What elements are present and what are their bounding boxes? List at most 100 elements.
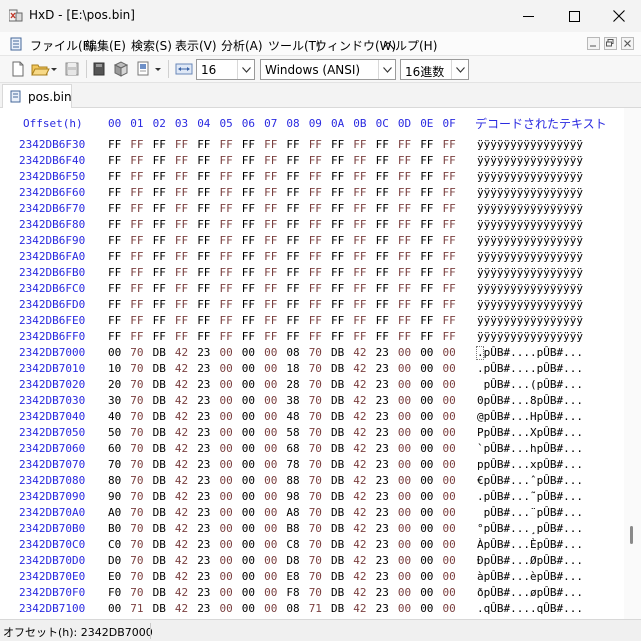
hex-byte[interactable]: 00: [220, 458, 240, 471]
hex-byte[interactable]: 23: [376, 522, 396, 535]
hex-byte[interactable]: 00: [398, 442, 418, 455]
mdi-minimize-button[interactable]: [587, 37, 600, 50]
hex-row[interactable]: 2342DB7030 30 70 DB 42 23 00 00 00 38 70 DB 42 23 00 00…: [0, 393, 624, 409]
hex-byte[interactable]: FF: [309, 186, 329, 199]
hex-byte[interactable]: FF: [108, 218, 128, 231]
hex-byte[interactable]: FF: [264, 298, 284, 311]
hex-byte[interactable]: 00: [242, 394, 262, 407]
hex-byte[interactable]: 23: [376, 506, 396, 519]
hex-row[interactable]: 2342DB7060 60 70 DB 42 23 00 00 00 68 70 DB 42 23 00 00…: [0, 441, 624, 457]
hex-byte[interactable]: F0: [108, 586, 128, 599]
hex-byte[interactable]: 00: [398, 602, 418, 615]
hex-byte[interactable]: DB: [153, 538, 173, 551]
hex-byte[interactable]: A0: [108, 506, 128, 519]
hex-byte[interactable]: FF: [242, 298, 262, 311]
hex-byte[interactable]: 70: [309, 362, 329, 375]
hex-byte[interactable]: 70: [309, 522, 329, 535]
hex-byte[interactable]: 00: [264, 442, 284, 455]
hex-row[interactable]: 2342DB70B0 B0 70 DB 42 23 00 00 00 B8 70 DB 42 23 00 00…: [0, 521, 624, 537]
hex-byte[interactable]: 70: [108, 458, 128, 471]
hex-byte[interactable]: FF: [376, 314, 396, 327]
minimize-button[interactable]: [505, 0, 551, 32]
decoded-text[interactable]: °pÛB#...¸pÛB#...: [477, 522, 583, 535]
menu-tools[interactable]: ツール(T): [268, 37, 321, 54]
hex-byte[interactable]: FF: [376, 250, 396, 263]
hex-byte[interactable]: FF: [153, 282, 173, 295]
hex-byte[interactable]: 70: [130, 394, 150, 407]
hex-byte[interactable]: 23: [197, 442, 217, 455]
hex-byte[interactable]: FF: [286, 138, 306, 151]
hex-byte[interactable]: 23: [376, 474, 396, 487]
hex-byte[interactable]: 23: [197, 410, 217, 423]
hex-byte[interactable]: FF: [130, 218, 150, 231]
hex-byte[interactable]: 00: [242, 490, 262, 503]
hex-byte[interactable]: 70: [130, 346, 150, 359]
hex-byte[interactable]: FF: [376, 154, 396, 167]
hex-byte[interactable]: FF: [353, 266, 373, 279]
hex-byte[interactable]: 00: [398, 394, 418, 407]
close-button[interactable]: [596, 0, 641, 32]
hex-byte[interactable]: 42: [353, 602, 373, 615]
hex-byte[interactable]: FF: [264, 202, 284, 215]
hex-byte[interactable]: FF: [420, 234, 440, 247]
hex-byte[interactable]: FF: [108, 234, 128, 247]
hex-byte[interactable]: FF: [197, 250, 217, 263]
hex-byte[interactable]: 00: [264, 602, 284, 615]
hex-byte[interactable]: 00: [443, 426, 463, 439]
hex-byte[interactable]: FF: [443, 218, 463, 231]
hex-byte[interactable]: FF: [175, 138, 195, 151]
hex-byte[interactable]: FF: [175, 202, 195, 215]
decoded-text[interactable]: .qÛB#....qÛB#...: [477, 602, 583, 615]
hex-byte[interactable]: 42: [353, 426, 373, 439]
hex-byte[interactable]: FF: [376, 138, 396, 151]
hex-row[interactable]: 2342DB6FE0 FF FF FF FF FF FF FF FF FF FF FF FF FF FF FF…: [0, 313, 624, 329]
hex-byte[interactable]: FF: [220, 330, 240, 343]
hex-byte[interactable]: 00: [220, 602, 240, 615]
hex-byte[interactable]: 00: [220, 554, 240, 567]
hex-byte[interactable]: FF: [420, 154, 440, 167]
hex-byte[interactable]: 70: [130, 538, 150, 551]
hex-byte[interactable]: 70: [130, 362, 150, 375]
hex-byte[interactable]: FF: [309, 202, 329, 215]
hex-row[interactable]: 2342DB6F80 FF FF FF FF FF FF FF FF FF FF FF FF FF FF FF…: [0, 217, 624, 233]
hex-byte[interactable]: 42: [353, 570, 373, 583]
hex-byte[interactable]: 42: [175, 586, 195, 599]
hex-byte[interactable]: 90: [108, 490, 128, 503]
hex-byte[interactable]: FF: [420, 250, 440, 263]
hex-byte[interactable]: FF: [197, 186, 217, 199]
hex-byte[interactable]: FF: [175, 330, 195, 343]
hex-byte[interactable]: FF: [398, 218, 418, 231]
hex-byte[interactable]: DB: [331, 458, 351, 471]
hex-byte[interactable]: FF: [331, 298, 351, 311]
hex-byte[interactable]: DB: [153, 602, 173, 615]
hex-byte[interactable]: 00: [264, 346, 284, 359]
hex-byte[interactable]: 23: [197, 570, 217, 583]
hex-byte[interactable]: DB: [153, 586, 173, 599]
hex-row[interactable]: 2342DB70E0 E0 70 DB 42 23 00 00 00 E8 70 DB 42 23 00 00…: [0, 569, 624, 585]
hex-byte[interactable]: FF: [220, 250, 240, 263]
hex-byte[interactable]: 00: [443, 490, 463, 503]
hex-byte[interactable]: FF: [242, 154, 262, 167]
hex-byte[interactable]: FF: [331, 314, 351, 327]
hex-byte[interactable]: FF: [286, 202, 306, 215]
hex-byte[interactable]: 70: [309, 442, 329, 455]
hex-byte[interactable]: 70: [130, 570, 150, 583]
hex-byte[interactable]: 38: [286, 394, 306, 407]
hex-byte[interactable]: 23: [197, 554, 217, 567]
hex-byte[interactable]: 00: [443, 362, 463, 375]
hex-byte[interactable]: 00: [242, 426, 262, 439]
hex-byte[interactable]: FF: [309, 298, 329, 311]
hex-byte[interactable]: FF: [264, 234, 284, 247]
hex-byte[interactable]: 18: [286, 362, 306, 375]
hex-byte[interactable]: FF: [286, 234, 306, 247]
hex-byte[interactable]: 70: [309, 458, 329, 471]
hex-byte[interactable]: DB: [153, 474, 173, 487]
hex-row[interactable]: 2342DB6F70 FF FF FF FF FF FF FF FF FF FF FF FF FF FF FF…: [0, 201, 624, 217]
hex-byte[interactable]: 42: [353, 474, 373, 487]
hex-byte[interactable]: 00: [420, 378, 440, 391]
hex-byte[interactable]: 50: [108, 426, 128, 439]
hex-byte[interactable]: DB: [153, 394, 173, 407]
hex-byte[interactable]: FF: [331, 154, 351, 167]
hex-byte[interactable]: 00: [420, 586, 440, 599]
hex-byte[interactable]: 60: [108, 442, 128, 455]
